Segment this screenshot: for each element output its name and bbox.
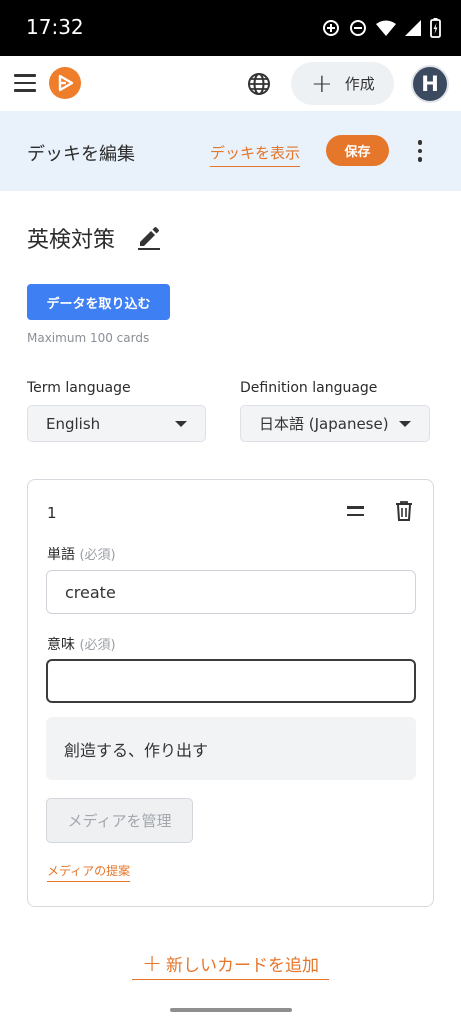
menu-icon[interactable]	[14, 70, 40, 96]
import-data-button[interactable]: データを取り込む	[27, 284, 170, 320]
term-language-value: English	[46, 414, 101, 433]
avatar[interactable]: H	[411, 65, 449, 103]
language-globe-icon[interactable]	[245, 70, 273, 98]
definition-language-label: Definition language	[240, 380, 378, 396]
manage-media-button[interactable]: メディアを管理	[46, 798, 193, 843]
definition-label-text: 意味	[47, 637, 75, 653]
wifi-icon	[376, 20, 396, 36]
edit-deck-bar: デッキを編集 デッキを表示 保存	[0, 111, 461, 191]
play-logo-icon	[58, 74, 74, 92]
definition-field-label: 意味 (必須)	[47, 634, 116, 654]
more-options-icon[interactable]	[410, 138, 430, 164]
save-button[interactable]: 保存	[326, 135, 389, 166]
data-saver-icon	[323, 20, 339, 36]
definition-required-text: (必須)	[79, 638, 116, 653]
do-not-disturb-icon	[350, 20, 366, 36]
definition-suggestion[interactable]: 創造する、作り出す	[46, 717, 416, 780]
create-button[interactable]: + 作成	[291, 62, 394, 105]
plus-icon: +	[141, 949, 163, 977]
show-deck-link[interactable]: デッキを表示	[210, 142, 301, 167]
status-time: 17:32	[26, 15, 84, 39]
add-card-label: 新しいカードを追加	[166, 955, 320, 976]
flashcard-editor: 1 単語 (必須) 意味 (必須) 創造する、作り出す メディアを管理 メディア…	[27, 479, 434, 907]
term-label-text: 単語	[47, 547, 75, 563]
deck-name: 英検対策	[27, 228, 116, 253]
drag-handle-icon[interactable]	[347, 505, 365, 517]
status-bar: 17:32	[0, 0, 461, 56]
definition-input[interactable]	[46, 659, 416, 703]
definition-language-select[interactable]: 日本語 (Japanese)	[240, 405, 430, 442]
dropdown-arrow-icon	[175, 420, 187, 427]
home-indicator[interactable]	[170, 1008, 292, 1012]
trash-icon[interactable]	[395, 500, 413, 522]
create-label: 作成	[344, 75, 375, 93]
signal-icon	[405, 20, 421, 36]
term-language-select[interactable]: English	[27, 405, 206, 442]
battery-icon	[430, 18, 441, 38]
add-card-button[interactable]: + 新しいカードを追加	[132, 947, 329, 980]
status-icons	[322, 16, 441, 40]
term-language-label: Term language	[27, 380, 131, 396]
term-field-label: 単語 (必須)	[47, 544, 116, 564]
suggest-media-link[interactable]: メディアの提案	[47, 862, 131, 882]
dropdown-arrow-icon	[399, 420, 411, 427]
max-cards-note: Maximum 100 cards	[27, 331, 150, 345]
pencil-edit-icon[interactable]	[136, 222, 162, 250]
term-required-text: (必須)	[79, 548, 116, 563]
term-input[interactable]	[46, 570, 416, 614]
app-logo[interactable]	[49, 67, 81, 99]
definition-language-value: 日本語 (Japanese)	[259, 415, 389, 433]
card-number: 1	[47, 504, 57, 522]
app-bar: + 作成 H	[0, 56, 461, 111]
plus-icon: +	[311, 68, 333, 99]
page-title: デッキを編集	[27, 144, 135, 165]
